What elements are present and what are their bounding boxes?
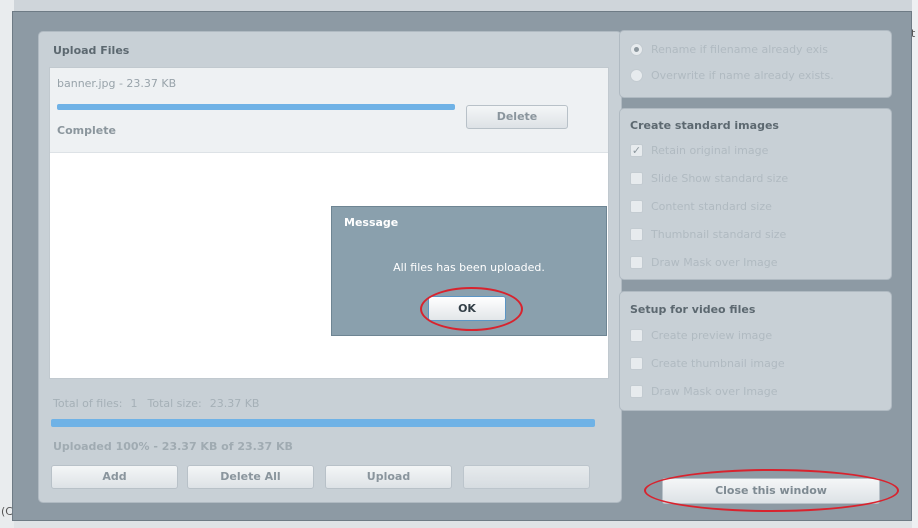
total-files-value: 1 — [130, 397, 138, 410]
message-dialog: Message All files has been uploaded. OK — [331, 206, 607, 336]
overwrite-radio[interactable] — [630, 68, 643, 82]
checkbox[interactable] — [630, 356, 643, 370]
checkbox[interactable] — [630, 255, 643, 269]
file-progress-fill — [57, 104, 455, 110]
option-content-size[interactable]: Content standard size — [630, 197, 772, 215]
uploaded-summary: Uploaded 100% - 23.37 KB of 23.37 KB — [53, 440, 293, 453]
overwrite-options-panel: Rename if filename already exis Overwrit… — [619, 30, 892, 98]
add-button[interactable]: Add — [51, 465, 178, 489]
file-status: Complete — [57, 124, 116, 137]
overall-progress-bar — [51, 419, 595, 427]
totals-row: Total of files: 1 Total size: 23.37 KB — [53, 397, 259, 410]
option-label: Slide Show standard size — [651, 171, 789, 185]
option-label: Retain original image — [651, 143, 769, 157]
video-options-title: Setup for video files — [630, 303, 756, 316]
total-size-label: Total size: — [147, 397, 202, 410]
option-create-preview[interactable]: Create preview image — [630, 326, 772, 344]
overwrite-label: Overwrite if name already exists. — [651, 68, 834, 82]
video-options-panel: Setup for video files Create preview ima… — [619, 291, 892, 411]
message-dialog-title: Message — [344, 216, 399, 229]
rename-option[interactable]: Rename if filename already exis — [630, 40, 828, 58]
option-label: Content standard size — [651, 199, 772, 213]
rename-radio[interactable] — [630, 42, 643, 56]
file-progress-bar — [57, 104, 455, 110]
file-name-size: banner.jpg - 23.37 KB — [57, 77, 177, 90]
upload-button[interactable]: Upload — [325, 465, 452, 489]
checkbox[interactable] — [630, 199, 643, 213]
option-slide-show-size[interactable]: Slide Show standard size — [630, 169, 788, 187]
upload-panel-title: Upload Files — [53, 44, 130, 57]
cancel-button[interactable] — [463, 465, 590, 489]
overall-progress-fill — [51, 419, 595, 427]
checkbox[interactable] — [630, 227, 643, 241]
file-row: banner.jpg - 23.37 KB Complete Delete — [50, 68, 608, 153]
checkbox[interactable] — [630, 171, 643, 185]
highlight-ring-close — [644, 469, 899, 512]
message-dialog-text: All files has been uploaded. — [393, 261, 545, 274]
check-icon[interactable]: ✓ — [630, 143, 643, 157]
option-label: Create preview image — [651, 328, 773, 342]
overwrite-option[interactable]: Overwrite if name already exists. — [630, 66, 834, 84]
total-size-value: 23.37 KB — [209, 397, 260, 410]
option-label: Draw Mask over Image — [651, 255, 778, 269]
checkbox[interactable] — [630, 328, 643, 342]
file-delete-button[interactable]: Delete — [466, 105, 568, 129]
highlight-ring-ok — [420, 287, 523, 331]
checkbox[interactable] — [630, 384, 643, 398]
total-files-label: Total of files: — [53, 397, 123, 410]
standard-images-panel: Create standard images ✓ Retain original… — [619, 108, 892, 280]
option-label: Draw Mask over Image — [651, 384, 778, 398]
option-draw-mask[interactable]: Draw Mask over Image — [630, 253, 778, 271]
option-create-thumbnail[interactable]: Create thumbnail image — [630, 354, 785, 372]
standard-images-title: Create standard images — [630, 119, 779, 132]
background-page-right — [912, 0, 918, 528]
option-label: Create thumbnail image — [651, 356, 785, 370]
option-thumbnail-size[interactable]: Thumbnail standard size — [630, 225, 786, 243]
option-retain-original[interactable]: ✓ Retain original image — [630, 141, 768, 159]
option-video-draw-mask[interactable]: Draw Mask over Image — [630, 382, 778, 400]
rename-label: Rename if filename already exis — [651, 42, 828, 56]
option-label: Thumbnail standard size — [651, 227, 787, 241]
delete-all-button[interactable]: Delete All — [187, 465, 314, 489]
